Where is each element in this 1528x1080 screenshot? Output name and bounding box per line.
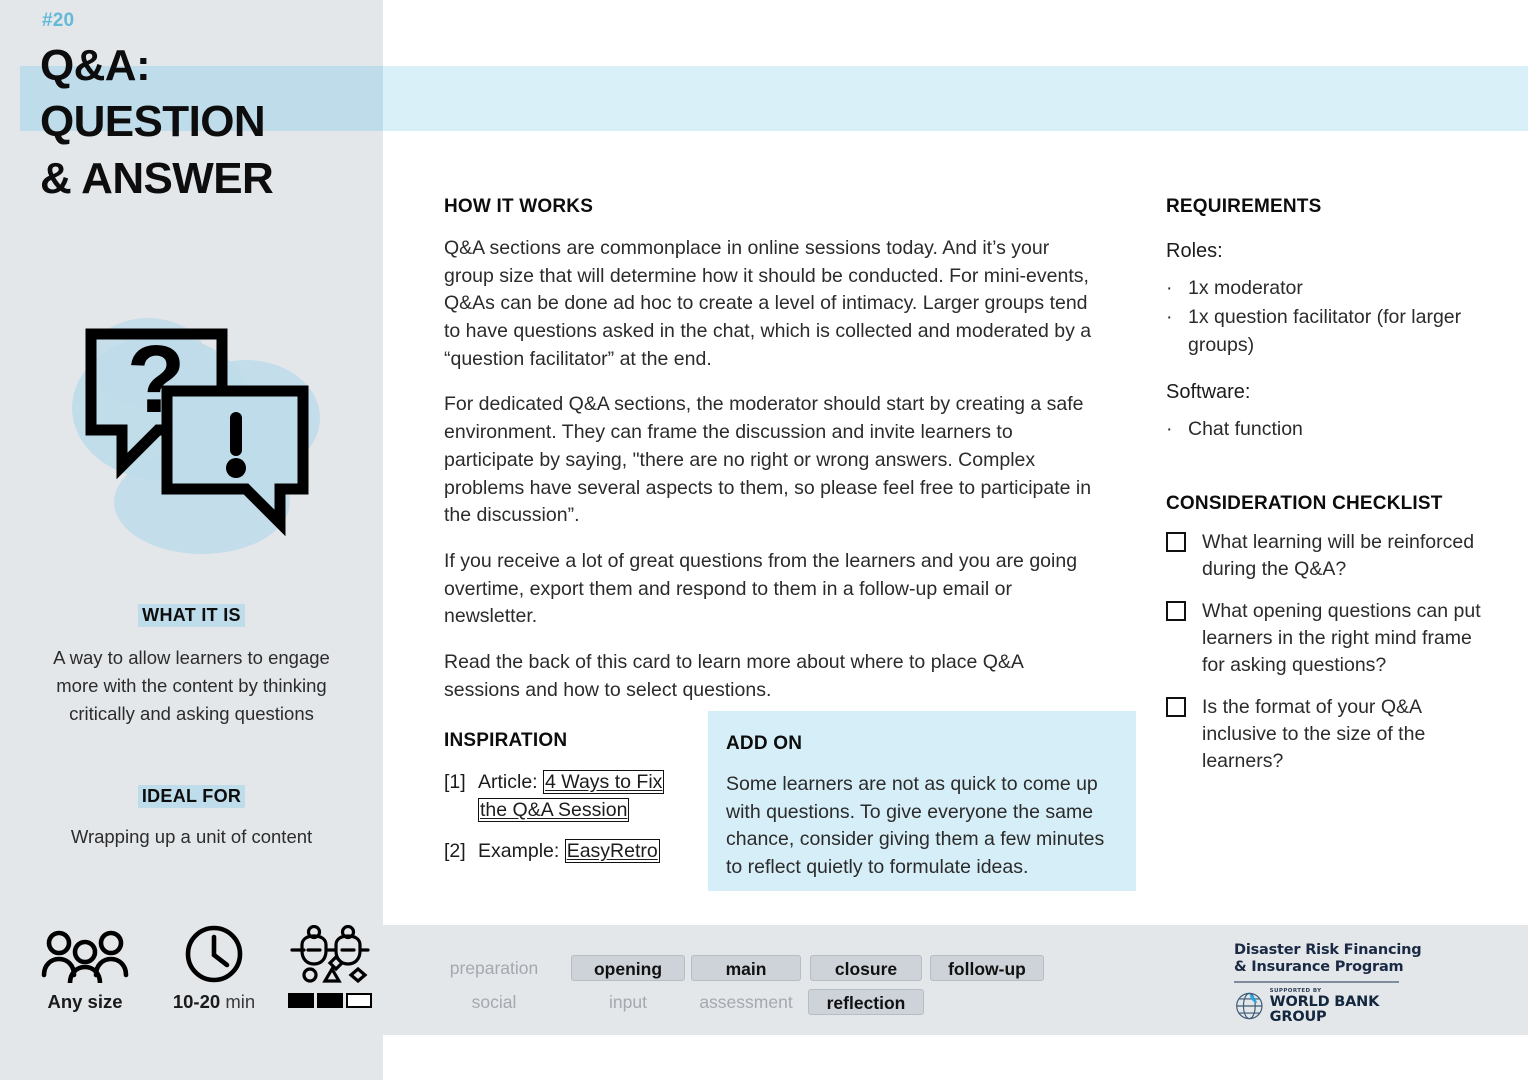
requirements-heading: REQUIREMENTS <box>1166 196 1322 217</box>
list-item: [2] Example: EasyRetro <box>444 838 694 866</box>
checklist-item-1: What learning will be reinforced during … <box>1202 531 1475 581</box>
speech-bubbles-question-exclamation-icon: ? <box>50 290 350 570</box>
difficulty-segment-3 <box>346 993 372 1008</box>
checklist-item-3: Is the format of your Q&A inclusive to t… <box>1202 695 1426 773</box>
tag-preparation[interactable]: preparation <box>444 955 545 981</box>
what-it-is-label: WHAT IT IS <box>0 604 383 627</box>
right-column: REQUIREMENTS Roles: · 1x moderator · 1x … <box>1166 196 1486 776</box>
how-it-works-paragraph-4: Read the back of this card to learn more… <box>444 650 1023 701</box>
card-page: #20 Q&A: QUESTION & ANSWER ? WHAT IT IS … <box>0 0 1528 1080</box>
meta-group-size: Any size <box>20 925 150 1013</box>
tag-follow-up[interactable]: follow-up <box>930 955 1044 981</box>
software-label: Software: <box>1166 380 1251 403</box>
ideal-for-text: Wrapping up a unit of content <box>70 826 313 847</box>
page-title: Q&A: QUESTION & ANSWER <box>40 38 370 207</box>
tag-reflection[interactable]: reflection <box>808 989 924 1015</box>
tag-closure[interactable]: closure <box>810 955 922 981</box>
difficulty-meter <box>270 993 390 1008</box>
list-item[interactable]: What learning will be reinforced during … <box>1166 529 1486 584</box>
how-it-works-section: HOW IT WORKS Q&A sections are commonplac… <box>444 196 1104 704</box>
how-it-works-paragraph-3: If you receive a lot of great questions … <box>444 549 1078 628</box>
list-item: · 1x moderator <box>1166 275 1486 302</box>
inspiration-link-2[interactable]: EasyRetro <box>564 839 660 864</box>
logo-program-line-1: Disaster Risk Financing <box>1234 942 1422 958</box>
session-phase-row-2: social input assessment reflection <box>419 985 1047 1019</box>
list-item[interactable]: Is the format of your Q&A inclusive to t… <box>1166 694 1486 776</box>
roles-label: Roles: <box>1166 240 1223 262</box>
consideration-checklist-heading: CONSIDERATION CHECKLIST <box>1166 493 1443 515</box>
list-item: · Chat function <box>1166 416 1486 443</box>
group-of-people-icon <box>20 925 150 983</box>
inspiration-index-2: [2] <box>444 840 466 863</box>
checklist-item-2: What opening questions can put learners … <box>1202 599 1481 677</box>
consideration-checklist: What learning will be reinforced during … <box>1166 529 1486 775</box>
tag-opening[interactable]: opening <box>571 955 685 981</box>
checkbox-icon[interactable] <box>1166 532 1186 553</box>
inspiration-entry-1: Article: 4 Ways to Fix the Q&A Session <box>478 769 694 824</box>
inspiration-section: INSPIRATION [1] Article: 4 Ways to Fix t… <box>444 730 694 880</box>
world-bank-globe-icon <box>1236 993 1263 1020</box>
card-title-line-1: Q&A: <box>40 41 151 90</box>
software-list: · Chat function <box>1166 416 1486 443</box>
card-title-line-2: QUESTION <box>40 97 266 147</box>
add-on-heading: ADD ON <box>726 733 803 754</box>
inspiration-prefix-1: Article: <box>478 771 544 793</box>
card-title-line-3: & ANSWER <box>40 153 274 203</box>
facilitation-complexity-icon <box>270 925 390 983</box>
group-size-value: Any size <box>47 991 123 1012</box>
bullet-dot-icon: · <box>1166 306 1173 329</box>
world-bank-text: SUPPORTED BY WORLD BANK GROUP <box>1269 988 1424 1025</box>
inspiration-prefix-2: Example: <box>478 840 565 863</box>
difficulty-segment-2 <box>317 993 343 1008</box>
checkbox-icon[interactable] <box>1166 600 1186 621</box>
duration-unit: min <box>220 991 256 1012</box>
difficulty-segment-1 <box>288 993 314 1008</box>
inspiration-heading: INSPIRATION <box>444 730 568 751</box>
inspiration-entry-2: Example: EasyRetro <box>478 838 694 866</box>
duration-label: 10-20 min <box>148 991 280 1013</box>
meta-row: Any size 10-20 min <box>20 925 372 1045</box>
inspiration-list: [1] Article: 4 Ways to Fix the Q&A Sessi… <box>444 769 694 866</box>
organization-logo: Disaster Risk Financing & Insurance Prog… <box>1234 942 1424 1024</box>
logo-program-name: Disaster Risk Financing & Insurance Prog… <box>1234 942 1424 976</box>
role-item-2: 1x question facilitator (for larger grou… <box>1188 306 1462 356</box>
bullet-dot-icon: · <box>1166 277 1173 299</box>
session-phase-tags: preparation opening main closure follow-… <box>419 951 1047 1019</box>
world-bank-lockup: SUPPORTED BY WORLD BANK GROUP <box>1234 988 1424 1025</box>
tag-input[interactable]: input <box>603 989 653 1015</box>
checkbox-icon[interactable] <box>1166 696 1186 717</box>
logo-program-line-2: & Insurance Program <box>1234 959 1404 976</box>
how-it-works-paragraph-1: Q&A sections are commonplace in online s… <box>444 237 1092 370</box>
how-it-works-paragraph-2: For dedicated Q&A sections, the moderato… <box>444 393 1092 527</box>
roles-list: · 1x moderator · 1x question facilitator… <box>1166 275 1486 359</box>
sidebar: #20 Q&A: QUESTION & ANSWER ? WHAT IT IS … <box>0 0 383 1080</box>
group-size-label: Any size <box>20 991 150 1013</box>
what-it-is-text: A way to allow learners to engage more w… <box>53 647 330 724</box>
how-it-works-heading: HOW IT WORKS <box>444 196 594 217</box>
meta-duration: 10-20 min <box>148 925 280 1013</box>
inspiration-index-1: [1] <box>444 771 466 793</box>
software-item-1: Chat function <box>1188 417 1303 440</box>
header-band-right <box>383 66 1528 131</box>
duration-value: 10-20 <box>172 991 221 1012</box>
list-item[interactable]: What opening questions can put learners … <box>1166 598 1486 680</box>
tag-social[interactable]: social <box>466 989 523 1015</box>
logo-org-name: WORLD BANK GROUP <box>1269 994 1380 1025</box>
session-phase-row-1: preparation opening main closure follow-… <box>419 951 1047 985</box>
ideal-for-label: IDEAL FOR <box>0 785 383 808</box>
add-on-callout: ADD ON Some learners are not as quick to… <box>708 711 1136 891</box>
list-item: [1] Article: 4 Ways to Fix the Q&A Sessi… <box>444 769 694 824</box>
list-item: · 1x question facilitator (for larger gr… <box>1166 304 1486 359</box>
logo-divider <box>1234 981 1399 983</box>
meta-difficulty <box>270 925 390 1008</box>
add-on-text: Some learners are not as quick to come u… <box>726 773 1105 879</box>
card-number: #20 <box>42 10 75 31</box>
tag-main[interactable]: main <box>691 955 801 981</box>
tag-assessment[interactable]: assessment <box>693 989 798 1015</box>
bullet-dot-icon: · <box>1166 417 1173 440</box>
role-item-1: 1x moderator <box>1188 277 1303 299</box>
clock-icon <box>148 925 280 983</box>
